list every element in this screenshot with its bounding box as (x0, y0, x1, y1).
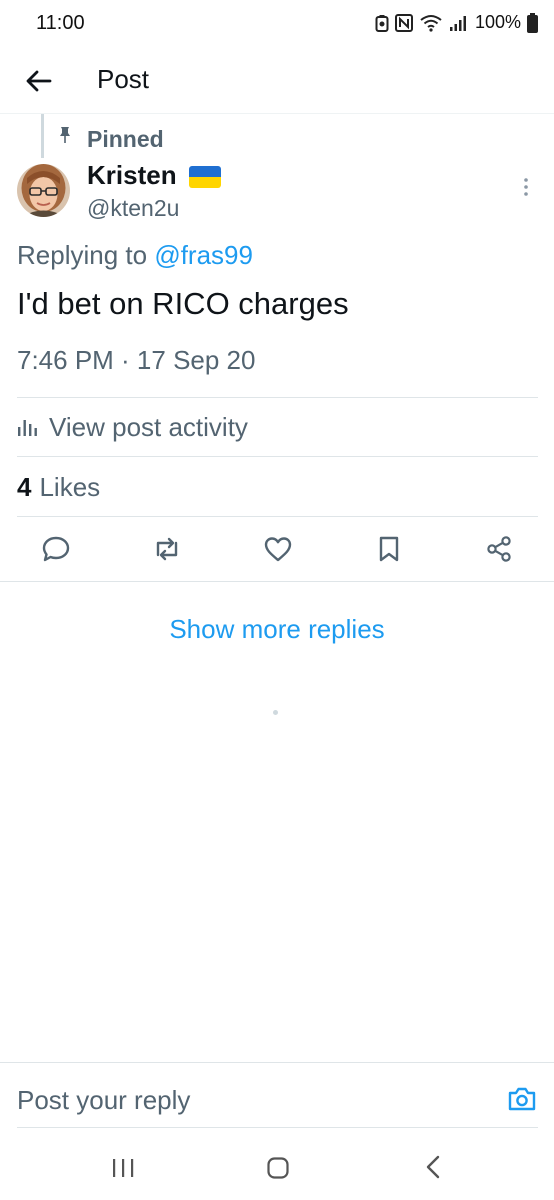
author-handle[interactable]: @kten2u (87, 195, 179, 222)
wifi-icon (420, 14, 442, 32)
system-back-icon[interactable] (424, 1154, 442, 1180)
pin-icon (60, 127, 70, 143)
reply-composer[interactable]: Post your reply (0, 1062, 554, 1128)
author-name[interactable]: Kristen (87, 160, 177, 191)
thread-connector-line (41, 114, 44, 158)
status-bar: 11:00 100% (0, 0, 554, 50)
post-screen: 11:00 100% Post Pinned Kristen @kten2u R… (0, 0, 554, 1200)
bookmark-icon[interactable] (374, 534, 404, 564)
reply-prefix: Replying to (17, 240, 148, 270)
share-icon[interactable] (484, 534, 514, 564)
reply-input[interactable]: Post your reply (17, 1085, 190, 1116)
action-bar (0, 518, 554, 580)
replying-to: Replying to @fras99 (17, 240, 253, 271)
recents-icon[interactable] (110, 1156, 136, 1180)
status-time: 11:00 (36, 12, 85, 34)
battery-saver-icon (375, 14, 389, 32)
likes-label: Likes (39, 471, 101, 502)
activity-label: View post activity (49, 411, 248, 442)
arrow-left-icon[interactable] (22, 64, 56, 98)
ukraine-flag-icon (189, 166, 221, 188)
signal-icon (449, 15, 466, 31)
loading-indicator (273, 710, 278, 715)
analytics-icon (18, 420, 37, 436)
camera-icon[interactable] (507, 1085, 537, 1113)
section-divider (0, 581, 554, 582)
status-icons: 100% (375, 12, 538, 33)
avatar[interactable] (17, 164, 70, 217)
like-icon[interactable] (263, 534, 293, 564)
page-title: Post (97, 64, 150, 94)
post-text: I'd bet on RICO charges (17, 286, 349, 321)
post-timestamp: 7:46 PM · 17 Sep 20 (17, 345, 256, 375)
show-more-replies-link[interactable]: Show more replies (0, 614, 554, 645)
view-activity-button[interactable]: View post activity (17, 398, 538, 456)
divider (17, 516, 538, 517)
reply-icon[interactable] (41, 534, 71, 564)
likes-stat[interactable]: 4 Likes (17, 458, 538, 516)
pinned-label: Pinned (87, 126, 164, 152)
reply-to-link[interactable]: @fras99 (154, 240, 253, 270)
battery-icon (527, 12, 538, 33)
nfc-icon (394, 13, 413, 32)
more-options-icon[interactable] (518, 176, 534, 198)
top-app-bar: Post (0, 50, 554, 114)
reply-underline (17, 1127, 538, 1128)
system-nav-bar (0, 1140, 554, 1200)
likes-count: 4 (17, 471, 32, 502)
divider (17, 456, 538, 457)
repost-icon[interactable] (152, 534, 182, 564)
home-icon[interactable] (266, 1156, 290, 1180)
battery-percent: 100% (474, 12, 521, 32)
